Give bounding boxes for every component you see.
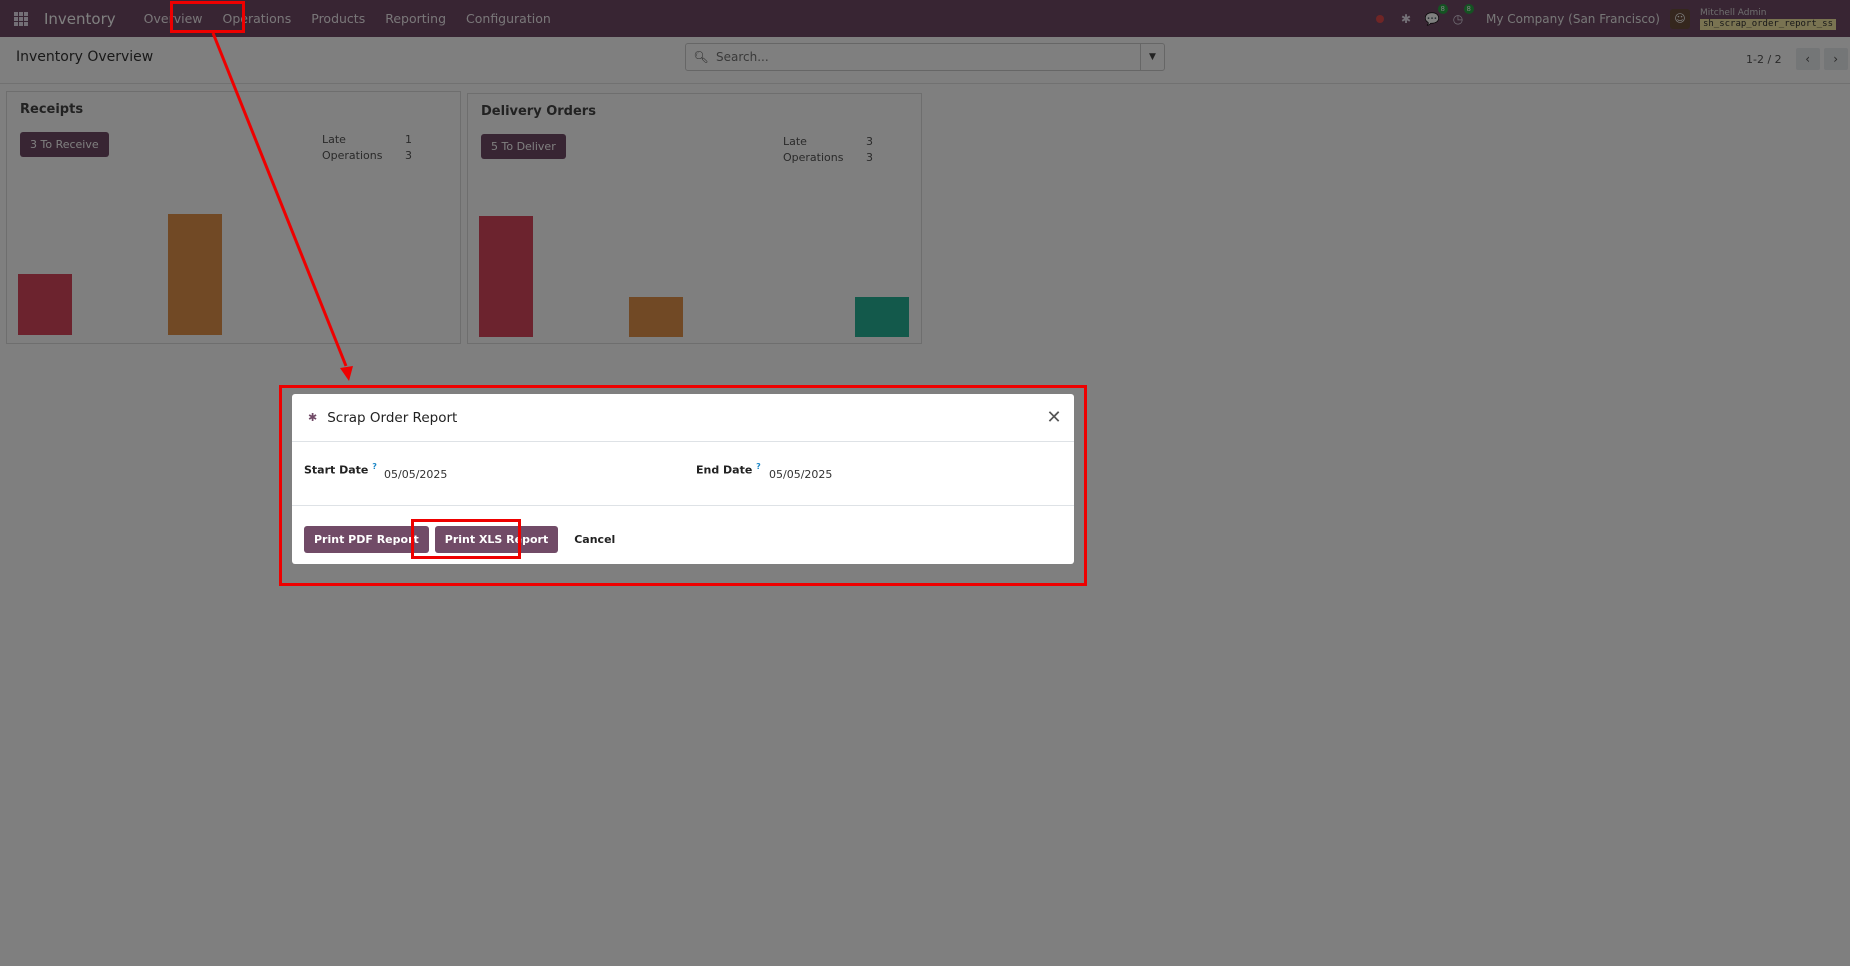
annotation-arrow xyxy=(211,32,353,381)
